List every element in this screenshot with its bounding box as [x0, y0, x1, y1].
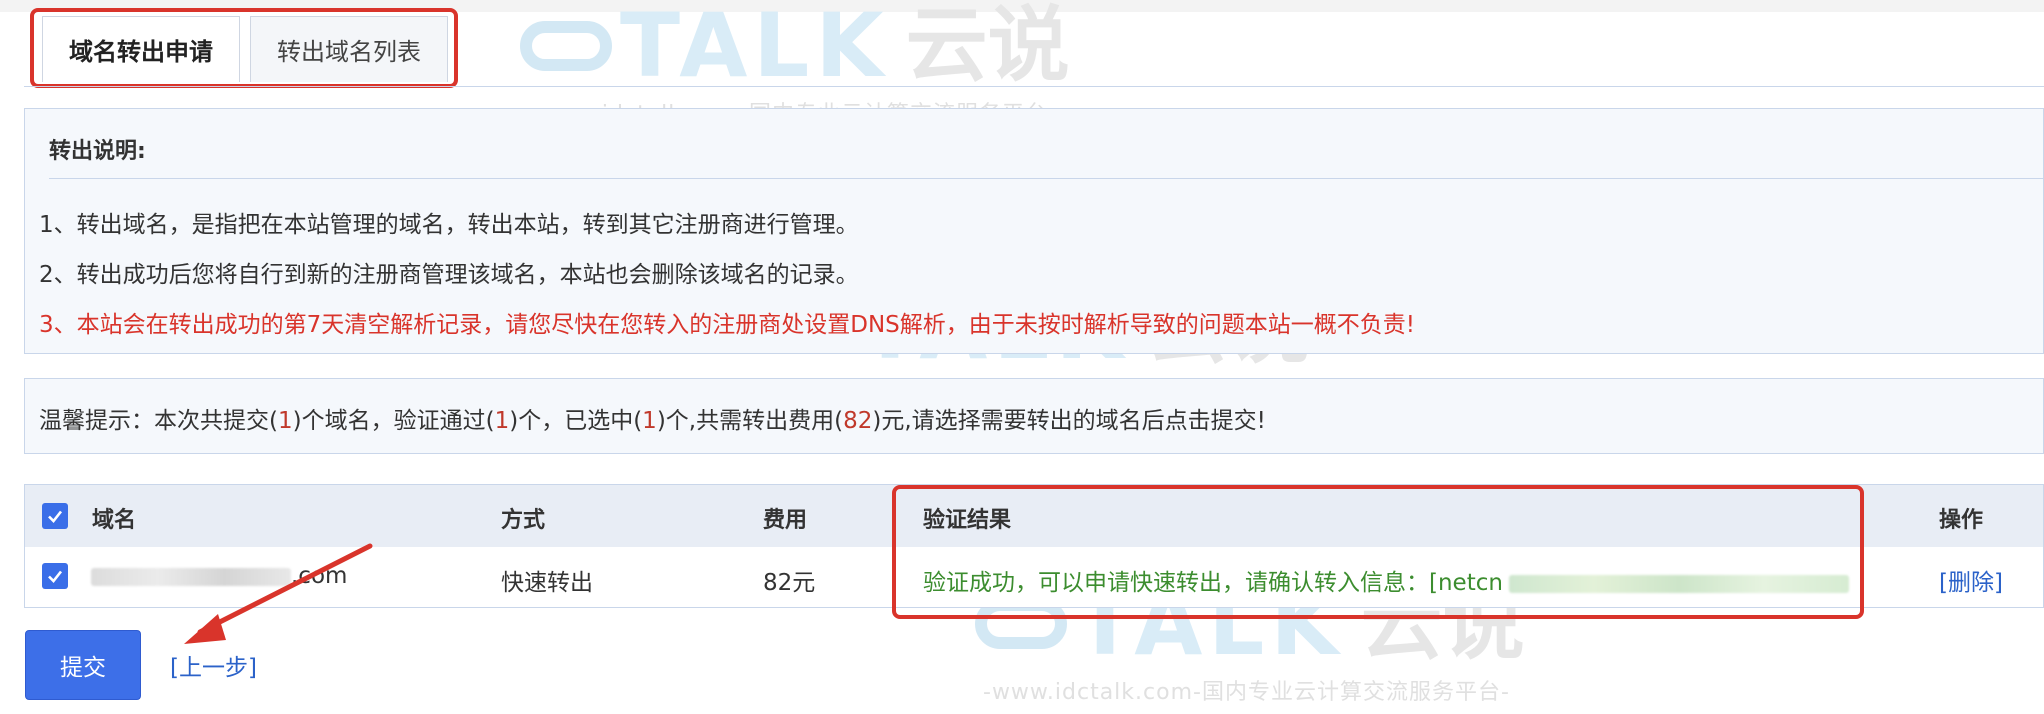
verified-count: 1 [494, 408, 510, 434]
row-method: 快速转出 [501, 570, 593, 596]
tabs-highlight-box [30, 8, 458, 88]
select-all-checkbox[interactable] [42, 503, 68, 529]
header-domain: 域名 [92, 508, 137, 533]
tip-panel: 温馨提示：本次共提交(1)个域名，验证通过(1)个，已选中(1)个,共需转出费用… [24, 378, 2044, 454]
header-method: 方式 [501, 508, 546, 533]
header-fee: 费用 [763, 508, 808, 533]
previous-step-link[interactable]: [上一步] [170, 648, 257, 682]
notice-title: 转出说明: [49, 139, 146, 164]
transfer-notice-panel: 转出说明: 1、转出域名，是指把在本站管理的域名，转出本站，转到其它注册商进行管… [24, 108, 2044, 354]
tab-divider [24, 86, 2044, 87]
selected-count: 1 [642, 408, 657, 434]
result-highlight-box [892, 485, 1864, 619]
submit-button[interactable]: 提交 [25, 630, 141, 700]
divider [49, 178, 2044, 179]
arrow-annotation [184, 543, 373, 644]
header-action: 操作 [1939, 508, 1984, 533]
notice-item: 1、转出域名，是指把在本站管理的域名，转出本站，转到其它注册商进行管理。 [39, 212, 859, 238]
submitted-count: 1 [277, 408, 293, 434]
total-fee: 82 [843, 408, 873, 434]
check-icon [48, 510, 63, 523]
check-icon [48, 570, 63, 583]
notice-item-warning: 3、本站会在转出成功的第7天清空解析记录，请您尽快在您转入的注册商处设置DNS解… [39, 312, 1416, 338]
delete-link[interactable]: [删除] [1939, 563, 2003, 597]
tip-text: 温馨提示：本次共提交(1)个域名，验证通过(1)个，已选中(1)个,共需转出费用… [39, 408, 1266, 434]
row-fee: 82元 [763, 570, 816, 596]
row-checkbox[interactable] [42, 563, 68, 589]
notice-item: 2、转出成功后您将自行到新的注册商管理该域名，本站也会删除该域名的记录。 [39, 262, 859, 288]
